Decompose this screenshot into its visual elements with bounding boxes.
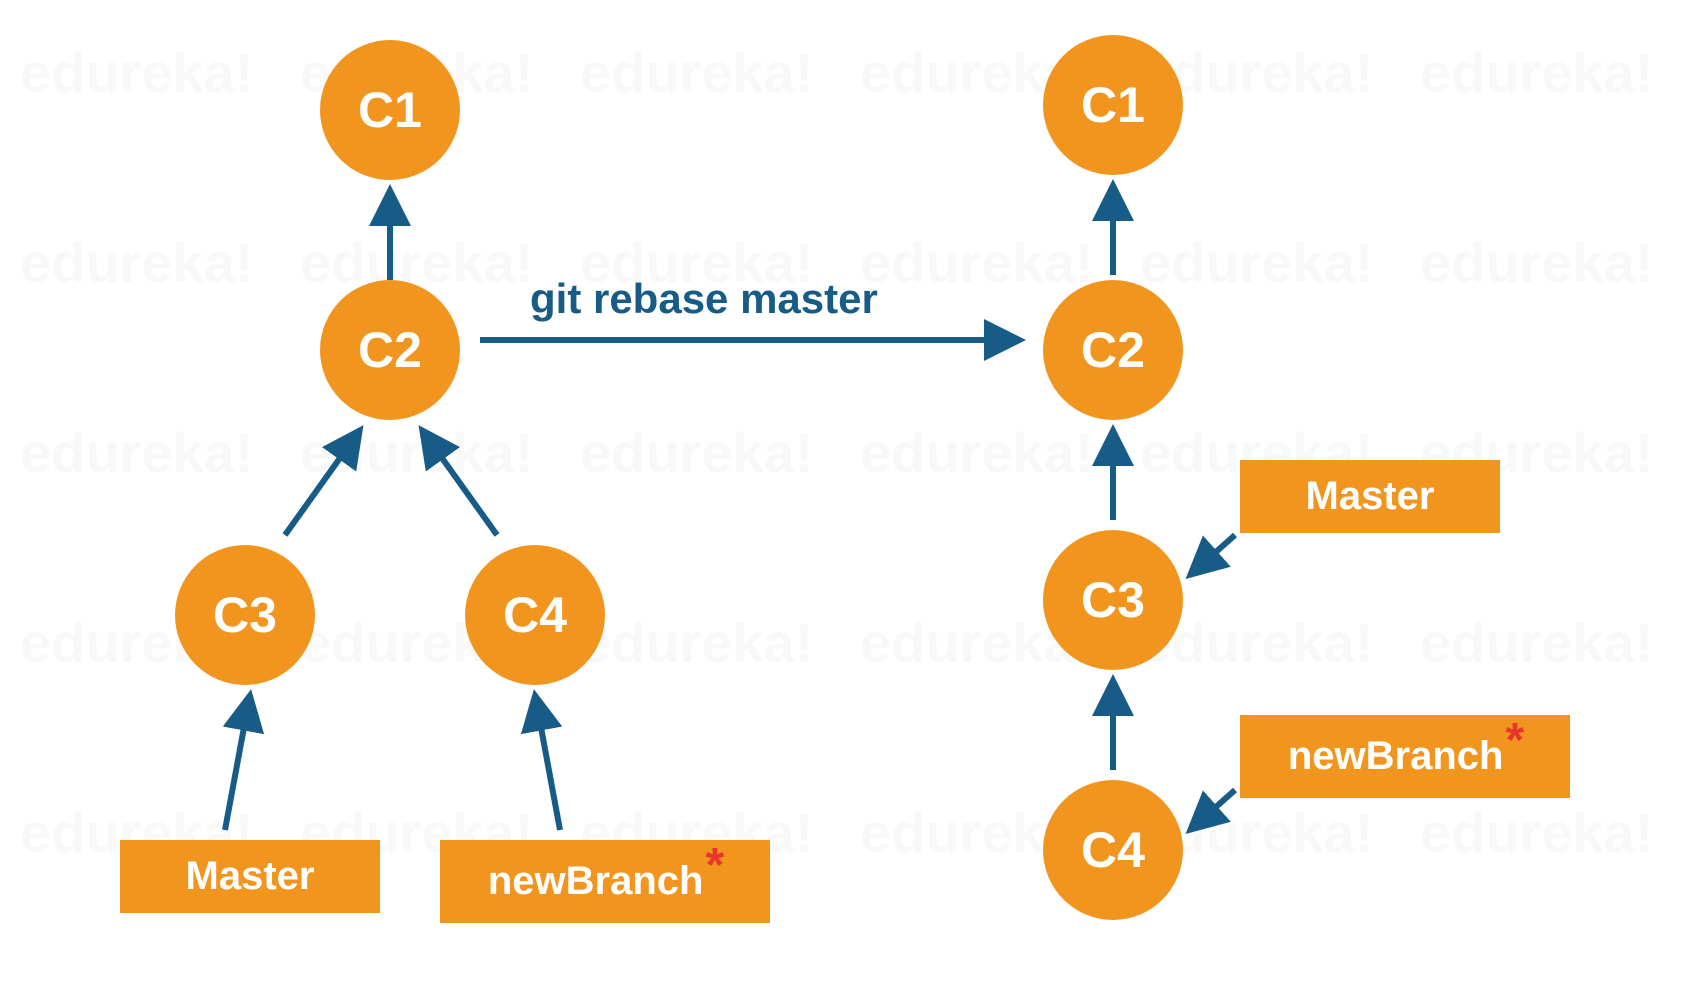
watermark: edureka! (580, 40, 813, 105)
watermark: edureka! (20, 420, 253, 485)
watermark: edureka! (1420, 230, 1653, 295)
rebase-command-label: git rebase master (530, 275, 878, 323)
commit-node-c3-right: C3 (1043, 530, 1183, 670)
branch-box-master-right: Master (1240, 460, 1500, 533)
current-branch-indicator: * (1505, 713, 1524, 768)
watermark: edureka! (860, 230, 1093, 295)
watermark: edureka! (20, 230, 253, 295)
watermark: edureka! (1420, 40, 1653, 105)
branch-box-master-left: Master (120, 840, 380, 913)
commit-node-c1-left: C1 (320, 40, 460, 180)
watermark: edureka! (300, 420, 533, 485)
commit-node-c2-left: C2 (320, 280, 460, 420)
commit-node-c3-left: C3 (175, 545, 315, 685)
watermark: edureka! (860, 420, 1093, 485)
watermark: edureka! (580, 610, 813, 675)
current-branch-indicator: * (705, 838, 724, 893)
branch-label-newbranch-left: newBranch (488, 859, 704, 904)
branch-label-newbranch-right: newBranch (1288, 734, 1504, 779)
commit-node-c4-left: C4 (465, 545, 605, 685)
commit-node-c2-right: C2 (1043, 280, 1183, 420)
branch-box-newbranch-left: newBranch* (440, 840, 770, 923)
commit-node-c4-right: C4 (1043, 780, 1183, 920)
commit-node-c1-right: C1 (1043, 35, 1183, 175)
branch-box-newbranch-right: newBranch* (1240, 715, 1570, 798)
branch-label-master-left: Master (186, 854, 315, 899)
watermark: edureka! (1420, 610, 1653, 675)
watermark: edureka! (580, 420, 813, 485)
watermark: edureka! (20, 40, 253, 105)
watermark: edureka! (1420, 800, 1653, 865)
branch-label-master-right: Master (1306, 474, 1435, 519)
watermark: edureka! (1140, 230, 1373, 295)
